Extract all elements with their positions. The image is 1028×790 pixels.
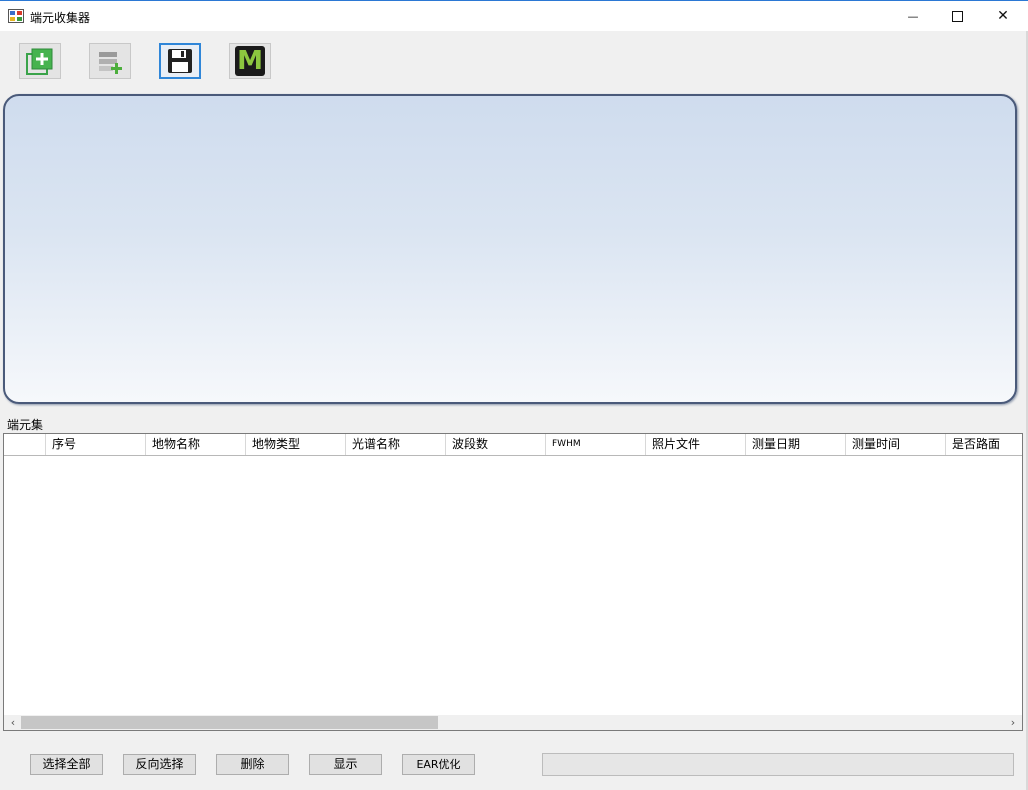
close-icon: ✕: [997, 8, 1009, 24]
save-button[interactable]: [159, 43, 201, 79]
window-title: 端元收集器: [30, 11, 91, 25]
column-header[interactable]: 是否路面: [946, 434, 1022, 455]
show-button[interactable]: 显示: [309, 754, 382, 775]
column-header[interactable]: 地物类型: [246, 434, 346, 455]
delete-button[interactable]: 删除: [216, 754, 289, 775]
column-header[interactable]: 照片文件: [646, 434, 746, 455]
title-bar: 端元收集器 — ✕: [0, 0, 1028, 31]
m-tool-button[interactable]: M: [229, 43, 271, 79]
invert-selection-button[interactable]: 反向选择: [123, 754, 196, 775]
progress-bar: [542, 753, 1014, 776]
endmember-grid[interactable]: 序号 地物名称 地物类型 光谱名称 波段数 FWHM 照片文件 测量日期 测量时…: [3, 433, 1023, 731]
column-header[interactable]: 测量日期: [746, 434, 846, 455]
column-header[interactable]: 波段数: [446, 434, 546, 455]
column-header[interactable]: 光谱名称: [346, 434, 446, 455]
minimize-icon: —: [907, 9, 919, 23]
column-header[interactable]: FWHM: [546, 434, 646, 455]
grid-header: 序号 地物名称 地物类型 光谱名称 波段数 FWHM 照片文件 测量日期 测量时…: [4, 434, 1022, 456]
scrollbar-thumb[interactable]: [21, 716, 438, 729]
ear-optimize-button[interactable]: EAR优化: [402, 754, 475, 775]
green-plus-stack-icon: [26, 48, 53, 75]
spectrum-panel: [3, 94, 1017, 404]
scroll-right-icon[interactable]: ›: [1006, 715, 1020, 730]
row-header-corner: [4, 434, 46, 455]
add-layer-button[interactable]: [89, 43, 131, 79]
maximize-icon: [951, 10, 963, 22]
app-icon: [8, 9, 24, 23]
m-letter-icon: M: [235, 46, 265, 76]
column-header[interactable]: 地物名称: [146, 434, 246, 455]
layers-plus-icon: [99, 52, 122, 74]
add-endmember-button[interactable]: [19, 43, 61, 79]
horizontal-scrollbar[interactable]: ‹ ›: [4, 715, 1022, 730]
close-button[interactable]: ✕: [980, 1, 1026, 31]
minimize-button[interactable]: —: [890, 1, 936, 31]
select-all-button[interactable]: 选择全部: [30, 754, 103, 775]
maximize-button[interactable]: [934, 1, 980, 31]
scroll-left-icon[interactable]: ‹: [6, 715, 20, 730]
column-header[interactable]: 序号: [46, 434, 146, 455]
endmember-set-label: 端元集: [7, 418, 44, 432]
floppy-disk-icon: [168, 49, 192, 73]
column-header[interactable]: 测量时间: [846, 434, 946, 455]
